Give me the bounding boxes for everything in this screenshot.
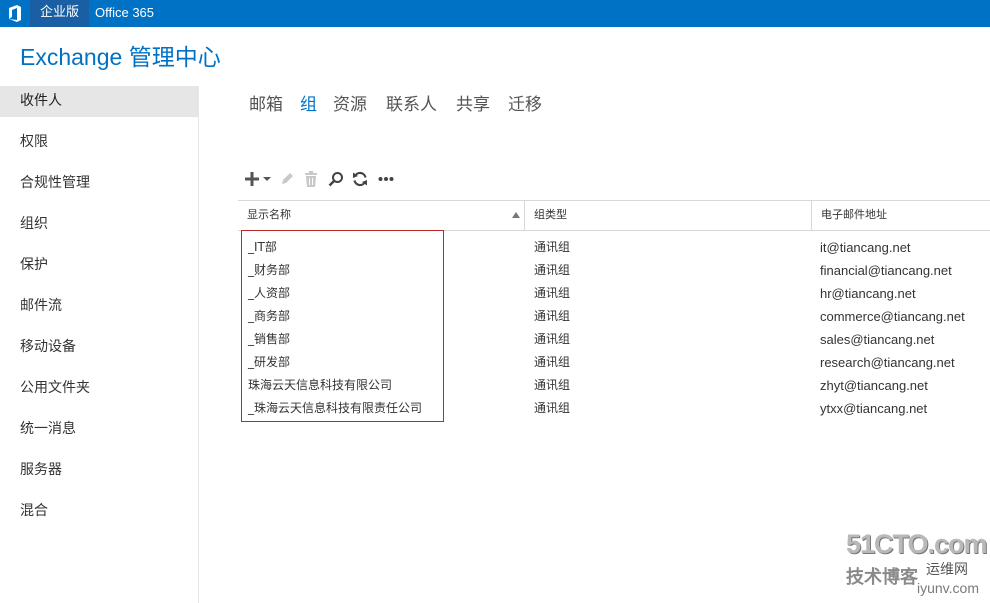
sort-ascending-icon bbox=[512, 212, 520, 218]
email-cell: it@tiancang.net bbox=[820, 240, 911, 255]
email-cell: hr@tiancang.net bbox=[820, 286, 916, 301]
sidebar-item-organization[interactable]: 组织 bbox=[0, 209, 198, 240]
tab-contacts[interactable]: 联系人 bbox=[386, 90, 437, 115]
email-cell: research@tiancang.net bbox=[820, 355, 955, 370]
group-type-cell: 通讯组 bbox=[534, 332, 571, 346]
display-name-cell: _研发部 bbox=[248, 355, 291, 369]
display-name-cell: _财务部 bbox=[248, 263, 291, 277]
table-row[interactable]: _IT部 通讯组 it@tiancang.net bbox=[238, 236, 990, 259]
email-cell: ytxx@tiancang.net bbox=[820, 401, 928, 416]
group-type-cell: 通讯组 bbox=[534, 286, 571, 300]
tab-migration[interactable]: 迁移 bbox=[508, 90, 542, 115]
table-row[interactable]: _销售部 通讯组 sales@tiancang.net bbox=[238, 328, 990, 351]
group-type-cell: 通讯组 bbox=[534, 240, 571, 254]
column-header-group-type[interactable]: 组类型 bbox=[525, 201, 811, 230]
tab-enterprise[interactable]: 企业版 bbox=[30, 0, 90, 27]
sidebar-item-permissions[interactable]: 权限 bbox=[0, 127, 198, 158]
sidebar-item-public-folders[interactable]: 公用文件夹 bbox=[0, 373, 198, 404]
display-name-cell: _IT部 bbox=[248, 240, 277, 254]
watermark-line3: 运维网 bbox=[926, 562, 968, 578]
table-header: 显示名称 组类型 电子邮件地址 bbox=[238, 200, 990, 231]
display-name-cell: _人资部 bbox=[248, 286, 291, 300]
search-icon[interactable] bbox=[327, 169, 345, 189]
more-icon[interactable] bbox=[377, 169, 395, 189]
tab-office365[interactable]: Office 365 bbox=[95, 0, 154, 27]
sidebar-item-compliance[interactable]: 合规性管理 bbox=[0, 168, 198, 199]
sidebar-item-recipients[interactable]: 收件人 bbox=[0, 86, 198, 117]
email-cell: commerce@tiancang.net bbox=[820, 309, 965, 324]
table-row[interactable]: 珠海云天信息科技有限公司 通讯组 zhyt@tiancang.net bbox=[238, 374, 990, 397]
table-row[interactable]: _人资部 通讯组 hr@tiancang.net bbox=[238, 282, 990, 305]
app-title: Exchange 管理中心 bbox=[20, 44, 221, 70]
tab-resources[interactable]: 资源 bbox=[333, 90, 367, 115]
group-type-cell: 通讯组 bbox=[534, 401, 571, 415]
email-cell: financial@tiancang.net bbox=[820, 263, 952, 278]
add-icon[interactable] bbox=[243, 169, 261, 189]
watermark-line4: iyunv.com bbox=[917, 580, 979, 596]
display-name-cell: _销售部 bbox=[248, 332, 291, 346]
delete-icon[interactable] bbox=[303, 169, 319, 189]
display-name-cell: 珠海云天信息科技有限公司 bbox=[248, 378, 393, 392]
tab-shared[interactable]: 共享 bbox=[456, 90, 490, 115]
sidebar-item-protection[interactable]: 保护 bbox=[0, 250, 198, 281]
top-bar: 企业版 Office 365 bbox=[0, 0, 990, 27]
column-header-email[interactable]: 电子邮件地址 bbox=[812, 201, 990, 230]
email-cell: zhyt@tiancang.net bbox=[820, 378, 928, 393]
table-row[interactable]: _珠海云天信息科技有限责任公司 通讯组 ytxx@tiancang.net bbox=[238, 397, 990, 420]
column-header-display-name[interactable]: 显示名称 bbox=[238, 201, 524, 230]
group-type-cell: 通讯组 bbox=[534, 309, 571, 323]
sidebar-item-mail-flow[interactable]: 邮件流 bbox=[0, 291, 198, 322]
table-row[interactable]: _商务部 通讯组 commerce@tiancang.net bbox=[238, 305, 990, 328]
watermark-line1: 51CTO.com bbox=[846, 529, 988, 559]
sidebar-item-servers[interactable]: 服务器 bbox=[0, 455, 198, 486]
dropdown-arrow-icon[interactable] bbox=[262, 169, 271, 189]
sidebar-item-unified-messaging[interactable]: 统一消息 bbox=[0, 414, 198, 445]
office-logo-icon[interactable] bbox=[7, 5, 23, 22]
watermark-line2: 技术博客 bbox=[846, 567, 918, 588]
sidebar-item-mobile[interactable]: 移动设备 bbox=[0, 332, 198, 363]
group-type-cell: 通讯组 bbox=[534, 355, 571, 369]
email-cell: sales@tiancang.net bbox=[820, 332, 935, 347]
table-row[interactable]: _财务部 通讯组 financial@tiancang.net bbox=[238, 259, 990, 282]
edit-icon[interactable] bbox=[278, 169, 296, 189]
refresh-icon[interactable] bbox=[351, 169, 369, 189]
group-type-cell: 通讯组 bbox=[534, 378, 571, 392]
tab-mailboxes[interactable]: 邮箱 bbox=[249, 90, 283, 115]
sidebar: 收件人权限合规性管理组织保护邮件流移动设备公用文件夹统一消息服务器混合 bbox=[0, 86, 199, 603]
group-type-cell: 通讯组 bbox=[534, 263, 571, 277]
display-name-cell: _商务部 bbox=[248, 309, 291, 323]
sidebar-item-hybrid[interactable]: 混合 bbox=[0, 496, 198, 527]
display-name-cell: _珠海云天信息科技有限责任公司 bbox=[248, 401, 423, 415]
table-row[interactable]: _研发部 通讯组 research@tiancang.net bbox=[238, 351, 990, 374]
tab-groups[interactable]: 组 bbox=[300, 90, 317, 115]
